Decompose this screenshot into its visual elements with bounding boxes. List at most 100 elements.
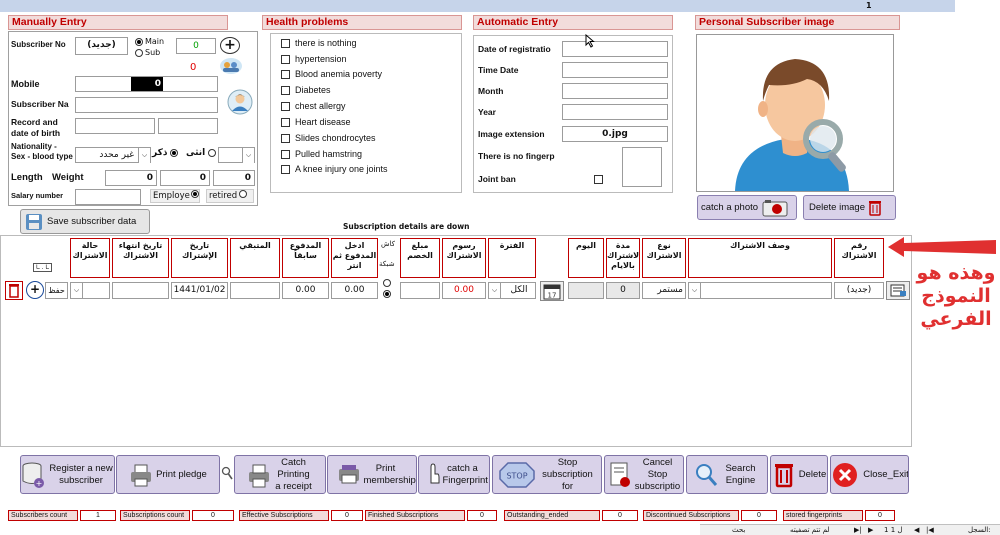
retired-option[interactable]: retired: [206, 189, 254, 203]
nav-last-icon[interactable]: ▶|: [854, 525, 862, 535]
network-radio[interactable]: [383, 290, 391, 301]
cash-radio-dot[interactable]: [383, 279, 391, 287]
chevron-down-icon[interactable]: ⌵: [242, 148, 254, 163]
row-end-date[interactable]: [112, 282, 169, 299]
retired-radio-dot[interactable]: [239, 190, 248, 198]
length-field[interactable]: 0: [105, 170, 157, 186]
health-checkbox[interactable]: [281, 38, 290, 48]
print-membership-button[interactable]: Print membership: [327, 455, 417, 494]
sub-radio-dot[interactable]: [135, 48, 143, 57]
subscriber-no-field[interactable]: (جديد): [75, 37, 128, 55]
network-radio-dot[interactable]: [383, 290, 391, 298]
female-radio[interactable]: انثى: [186, 148, 217, 158]
row-period-select[interactable]: ⌵ الكل: [488, 282, 536, 299]
employee-radio-dot[interactable]: [190, 190, 199, 198]
row-save-button[interactable]: حفظ: [45, 282, 68, 299]
nav-record-position[interactable]: 1 ل 1: [884, 525, 902, 535]
catch-photo-button[interactable]: catch a photo: [697, 195, 797, 220]
health-item[interactable]: there is nothing: [281, 38, 357, 48]
health-checkbox[interactable]: [281, 117, 290, 127]
print-membership-label: Print membership: [363, 462, 416, 486]
close-exit-button[interactable]: Close_Exit: [830, 455, 909, 494]
row-delete-icon[interactable]: [5, 281, 23, 300]
delete-button[interactable]: Delete: [770, 455, 828, 494]
blood-type-select[interactable]: ⌵: [218, 147, 255, 163]
row-description-select[interactable]: ⌵: [688, 282, 832, 299]
row-discount[interactable]: [400, 282, 440, 299]
main-radio[interactable]: Main: [135, 37, 164, 46]
health-item[interactable]: A knee injury one joints: [281, 164, 388, 174]
record-date-field[interactable]: [75, 118, 155, 134]
birth-date-field[interactable]: [158, 118, 218, 134]
cancel-stop-button[interactable]: Cancel Stop subscriptio: [604, 455, 684, 494]
row-enter-paid[interactable]: 0.00: [331, 282, 378, 299]
health-item[interactable]: Blood anemia poverty: [281, 69, 382, 79]
female-radio-dot[interactable]: [208, 149, 217, 157]
male-radio[interactable]: ذكر: [152, 148, 179, 158]
male-radio-dot[interactable]: [170, 149, 179, 157]
delete-image-button[interactable]: Delete image: [803, 195, 896, 220]
stat-value: 1: [80, 510, 116, 521]
sort-indicator[interactable]: ـا . ـا: [33, 263, 52, 272]
sub-radio[interactable]: Sub: [135, 48, 160, 57]
health-item[interactable]: hypertension: [281, 54, 347, 64]
health-checkbox[interactable]: [281, 54, 290, 64]
calendar-icon[interactable]: 17: [540, 281, 564, 301]
chevron-down-icon[interactable]: ⌵: [138, 148, 150, 163]
register-subscriber-button[interactable]: + Register a new subscriber: [20, 455, 115, 494]
print-pledge-button[interactable]: Print pledge: [116, 455, 220, 494]
employee-option[interactable]: Employe: [150, 189, 200, 203]
stat-label: Subscriptions count: [120, 510, 190, 521]
chevron-down-icon[interactable]: ⌵: [489, 283, 501, 298]
health-checkbox[interactable]: [281, 101, 290, 111]
nav-prev-icon[interactable]: ◀: [914, 525, 919, 535]
health-checkbox[interactable]: [281, 133, 290, 143]
user-photo-icon[interactable]: [226, 89, 254, 115]
registration-date-field[interactable]: [562, 41, 668, 57]
nav-next-icon[interactable]: ▶: [868, 525, 873, 535]
catch-print-receipt-button[interactable]: Catch Printing a receipt: [234, 455, 326, 494]
health-checkbox[interactable]: [281, 149, 290, 159]
joint-ban-checkbox[interactable]: [594, 174, 603, 184]
cash-radio[interactable]: [383, 279, 391, 290]
health-checkbox[interactable]: [281, 164, 290, 174]
row-type-select[interactable]: مستمر: [642, 282, 686, 299]
nav-first-icon[interactable]: |◀: [926, 525, 934, 535]
time-date-field[interactable]: [562, 62, 668, 78]
main-radio-dot[interactable]: [135, 37, 143, 46]
health-item[interactable]: chest allergy: [281, 101, 346, 111]
health-item-label: Diabetes: [295, 85, 331, 95]
group-icon[interactable]: [219, 57, 243, 75]
col-cash: كاش: [381, 240, 396, 248]
catch-fingerprint-button[interactable]: catch a Fingerprint: [418, 455, 490, 494]
search-engine-button[interactable]: Search Engine: [686, 455, 768, 494]
nav-filter-status[interactable]: لم تتم تصفيته: [790, 525, 830, 535]
year-field[interactable]: [562, 104, 668, 120]
save-subscriber-button[interactable]: Save subscriber data: [20, 209, 150, 234]
weight-field[interactable]: 0: [160, 170, 210, 186]
nav-search-box[interactable]: بحث: [732, 525, 745, 535]
nationality-select[interactable]: غير محدد ⌵: [75, 147, 151, 163]
health-checkbox[interactable]: [281, 69, 290, 79]
health-item[interactable]: Pulled hamstring: [281, 149, 362, 159]
chevron-down-icon[interactable]: ⌵: [689, 283, 701, 298]
health-item[interactable]: Diabetes: [281, 85, 331, 95]
stop-subscription-button[interactable]: STOP Stop subscription for: [492, 455, 602, 494]
month-field[interactable]: [562, 83, 668, 99]
third-measure-field[interactable]: 0: [213, 170, 255, 186]
row-state-select[interactable]: ⌵: [70, 282, 110, 299]
health-checkbox[interactable]: [281, 85, 290, 95]
row-add-button[interactable]: +: [26, 281, 44, 299]
health-item[interactable]: Slides chondrocytes: [281, 133, 376, 143]
add-plus-button[interactable]: +: [220, 37, 240, 54]
count-red: 0: [190, 62, 197, 73]
subscriber-name-field[interactable]: [75, 97, 218, 113]
row-sub-date[interactable]: 1441/01/02: [171, 282, 228, 299]
retired-label: retired: [209, 191, 238, 201]
manual-entry-title: Manually Entry: [8, 15, 228, 30]
image-extension-field[interactable]: 0.jpg: [562, 126, 668, 142]
salary-field[interactable]: [75, 189, 141, 205]
row-edit-icon[interactable]: [886, 281, 910, 300]
chevron-down-icon[interactable]: ⌵: [71, 283, 83, 298]
health-item[interactable]: Heart disease: [281, 117, 351, 127]
